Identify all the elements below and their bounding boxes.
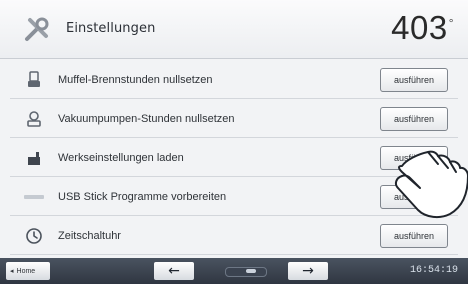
page-title: Einstellungen	[66, 21, 156, 36]
footer-bar: ◂ Home ← → 16:54:19	[0, 258, 468, 284]
next-page-button[interactable]: →	[288, 262, 328, 280]
settings-row-label: Vakuumpumpen-Stunden nullsetzen	[58, 113, 235, 125]
clock-time: 16:54:19	[409, 265, 458, 276]
pump-icon	[20, 105, 48, 133]
previous-page-button[interactable]: ←	[154, 262, 194, 280]
screen: Einstellungen 403° Muffel-Brennstunden n…	[0, 0, 468, 284]
execute-button[interactable]: ausführen	[380, 68, 448, 92]
temperature-unit: °	[448, 16, 454, 30]
settings-row-label: Werkseinstellungen laden	[58, 152, 184, 164]
settings-row-label: Muffel-Brennstunden nullsetzen	[58, 74, 213, 86]
temperature-readout: 403°	[391, 9, 454, 47]
settings-row-pump-hours: Vakuumpumpen-Stunden nullsetzen ausführe…	[10, 101, 458, 138]
settings-row-label: Zeitschaltuhr	[58, 230, 121, 242]
execute-button[interactable]: ausführen	[380, 224, 448, 248]
settings-row-furnace-hours: Muffel-Brennstunden nullsetzen ausführen	[10, 62, 458, 99]
furnace-icon	[20, 66, 48, 94]
settings-row-timer: Zeitschaltuhr ausführen	[10, 218, 458, 255]
execute-button[interactable]: ausführen	[380, 107, 448, 131]
usb-icon	[20, 183, 48, 211]
back-chevron-icon: ◂	[10, 268, 14, 275]
page-slider[interactable]	[225, 267, 267, 277]
timer-icon	[20, 222, 48, 250]
tools-icon	[25, 17, 49, 41]
settings-row-label: USB Stick Programme vorbereiten	[58, 191, 227, 203]
factory-icon	[20, 144, 48, 172]
home-button[interactable]: ◂ Home	[6, 262, 50, 280]
home-button-label: Home	[16, 267, 36, 275]
temperature-value: 403	[391, 9, 448, 46]
settings-row-factory-settings: Werkseinstellungen laden ausführen	[10, 140, 458, 177]
pointing-hand-icon	[394, 150, 468, 219]
settings-row-usb-programs: USB Stick Programme vorbereiten ausführe…	[10, 179, 458, 216]
header: Einstellungen 403°	[0, 0, 468, 59]
